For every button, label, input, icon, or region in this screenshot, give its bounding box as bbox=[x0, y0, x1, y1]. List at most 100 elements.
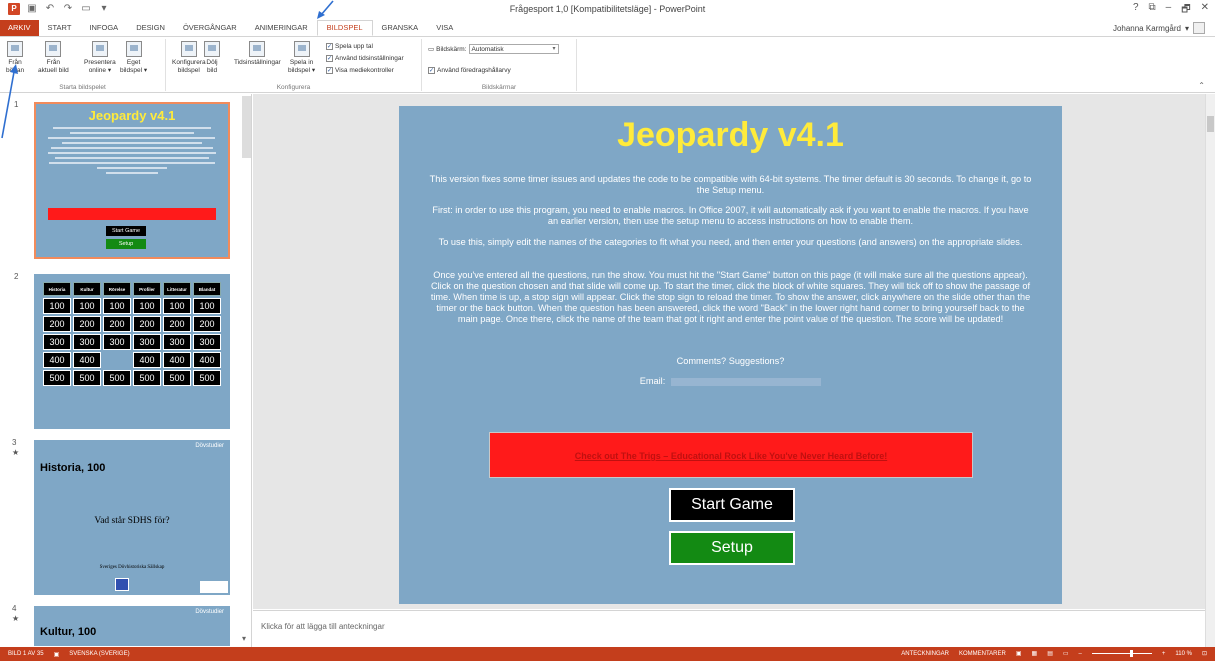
email-label: Email: bbox=[639, 376, 666, 386]
points-cell: 500 bbox=[133, 370, 161, 386]
notes-toggle[interactable]: ANTECKNINGAR bbox=[901, 651, 949, 657]
custom-slideshow-button[interactable]: Eget bildspel ▾ bbox=[120, 41, 147, 75]
monitor-dropdown[interactable]: Automatisk bbox=[468, 44, 559, 54]
zoom-in-icon[interactable]: + bbox=[1162, 651, 1166, 657]
user-account[interactable]: Johanna Karmgård ▾ bbox=[1113, 22, 1205, 34]
slide-sorter-icon[interactable]: ▦ bbox=[1032, 650, 1038, 657]
button-label: Tidsinställningar bbox=[234, 59, 281, 66]
ribbon-display-options-button[interactable]: ⧉ bbox=[1149, 2, 1156, 19]
minimize-button[interactable]: – bbox=[1166, 2, 1172, 19]
help-button[interactable]: ? bbox=[1133, 2, 1139, 19]
user-name: Johanna Karmgård bbox=[1112, 23, 1181, 33]
animation-star-icon: ★ bbox=[12, 448, 20, 457]
tab-start[interactable]: START bbox=[39, 20, 81, 36]
zoom-level[interactable]: 110 % bbox=[1175, 651, 1192, 657]
group-bildskarmar: ▭ Bildskärm: Automatisk ✓Använd föredrag… bbox=[422, 39, 577, 91]
button-label: Spela in bbox=[289, 59, 314, 66]
hide-slide-button[interactable]: Dölj bild bbox=[204, 41, 220, 75]
scroll-down-icon[interactable]: ▾ bbox=[242, 634, 246, 643]
checkmark-icon: ✓ bbox=[326, 67, 333, 74]
slide-number: 4 bbox=[12, 604, 17, 613]
checkbox-label: Använd tidsinställningar bbox=[335, 55, 404, 62]
hide-slide-icon bbox=[204, 41, 220, 57]
points-cell: 500 bbox=[193, 370, 221, 386]
thumb-scrollbar-thumb[interactable] bbox=[242, 96, 251, 158]
close-button[interactable]: ✕ bbox=[1201, 2, 1209, 19]
thumb-setup-button: Setup bbox=[106, 239, 146, 249]
start-game-button[interactable]: Start Game bbox=[669, 488, 795, 522]
points-cell: 500 bbox=[163, 370, 191, 386]
tab-bildspel[interactable]: BILDSPEL bbox=[316, 20, 373, 36]
thumb-text-lines bbox=[44, 127, 220, 174]
category-header: Blandat bbox=[193, 282, 221, 296]
slide-thumbnail-4[interactable]: Dövstudier Kultur, 100 bbox=[34, 606, 230, 646]
record-slideshow-button[interactable]: Spela in bildspel ▾ bbox=[288, 41, 315, 75]
presenter-view-checkbox[interactable]: ✓ Använd föredragshållarvy bbox=[428, 67, 511, 74]
maximize-button[interactable]: 🗗 bbox=[1181, 2, 1190, 19]
points-cell: 100 bbox=[43, 298, 71, 314]
points-cell: 100 bbox=[163, 298, 191, 314]
category-row: Historia Kultur Rörelse Profiler Littera… bbox=[34, 282, 230, 296]
setup-slideshow-icon bbox=[180, 41, 197, 57]
monitor-selector: ▭ Bildskärm: Automatisk bbox=[428, 44, 559, 54]
present-online-icon bbox=[91, 41, 108, 57]
custom-slideshow-icon bbox=[125, 41, 142, 57]
show-media-controls-checkbox[interactable]: ✓ Visa mediekontroller bbox=[326, 67, 394, 74]
checkmark-icon: ✓ bbox=[428, 67, 435, 74]
points-cell: 400 bbox=[73, 352, 101, 368]
email-line: Email: bbox=[427, 376, 1034, 387]
rehearse-timings-button[interactable]: Tidsinställningar bbox=[234, 41, 281, 67]
reading-view-icon[interactable]: ▤ bbox=[1047, 650, 1053, 657]
points-cell: 200 bbox=[103, 316, 131, 332]
tab-animeringar[interactable]: ANIMERINGAR bbox=[246, 20, 317, 36]
window-controls: ? ⧉ – 🗗 ✕ bbox=[1133, 2, 1209, 19]
tab-arkiv[interactable]: ARKIV bbox=[0, 20, 39, 36]
zoom-out-icon[interactable]: – bbox=[1079, 651, 1082, 657]
points-cell: 300 bbox=[103, 334, 131, 350]
points-row: 500 500 500 500 500 500 bbox=[34, 370, 230, 386]
current-slide[interactable]: Jeopardy v4.1 This version fixes some ti… bbox=[399, 106, 1062, 604]
zoom-slider[interactable] bbox=[1091, 650, 1152, 657]
from-current-slide-button[interactable]: Från aktuell bild bbox=[38, 41, 69, 75]
fit-to-window-icon[interactable]: ⊡ bbox=[1202, 650, 1207, 657]
tab-visa[interactable]: VISA bbox=[427, 20, 462, 36]
use-timings-checkbox[interactable]: ✓ Använd tidsinställningar bbox=[326, 55, 404, 62]
email-redacted bbox=[671, 377, 822, 386]
slide-number: 3 bbox=[12, 438, 17, 447]
normal-view-icon[interactable]: ▣ bbox=[1016, 650, 1022, 657]
setup-button[interactable]: Setup bbox=[669, 531, 795, 565]
points-row: 400 400 400 400 400 bbox=[34, 352, 230, 368]
slide-thumbnail-1[interactable]: Jeopardy v4.1 Start Game Setup bbox=[34, 102, 230, 259]
points-cell: 300 bbox=[163, 334, 191, 350]
tab-design[interactable]: DESIGN bbox=[127, 20, 174, 36]
slide-thumbnail-3[interactable]: Dövstudier Historia, 100 Vad står SDHS f… bbox=[34, 440, 230, 595]
language-indicator[interactable]: SVENSKA (SVERIGE) bbox=[69, 651, 129, 658]
main-scrollbar[interactable] bbox=[1205, 94, 1215, 647]
slideshow-view-icon[interactable]: ▭ bbox=[1063, 650, 1069, 657]
avatar bbox=[1193, 22, 1205, 34]
slide-title: Jeopardy v4.1 bbox=[617, 116, 844, 154]
points-cell: 400 bbox=[163, 352, 191, 368]
collapse-ribbon-icon[interactable]: ⌃ bbox=[1198, 81, 1205, 90]
play-narrations-checkbox[interactable]: ✓ Spela upp tal bbox=[326, 43, 373, 50]
points-cell-empty bbox=[103, 352, 131, 368]
tab-granska[interactable]: GRANSKA bbox=[373, 20, 428, 36]
slide-thumbnail-2[interactable]: Historia Kultur Rörelse Profiler Littera… bbox=[34, 274, 230, 429]
tab-overgangar[interactable]: ÖVERGÅNGAR bbox=[174, 20, 246, 36]
button-label: bildspel bbox=[177, 67, 200, 74]
checkbox-label: Visa mediekontroller bbox=[335, 67, 394, 74]
notes-pane[interactable]: Klicka för att lägga till anteckningar bbox=[253, 610, 1205, 647]
points-cell: 300 bbox=[43, 334, 71, 350]
spellcheck-icon[interactable]: ▣ bbox=[54, 651, 60, 658]
comments-toggle[interactable]: KOMMENTARER bbox=[959, 651, 1006, 657]
slide-paragraph: Once you've entered all the questions, r… bbox=[430, 270, 1031, 324]
tab-infoga[interactable]: INFOGA bbox=[80, 20, 127, 36]
present-online-button[interactable]: Presentera online ▾ bbox=[84, 41, 116, 75]
points-cell: 500 bbox=[43, 370, 71, 386]
main-scrollbar-thumb[interactable] bbox=[1207, 116, 1214, 132]
thumb-org-text: Sveriges Dövhistoriska Sällskap bbox=[99, 565, 165, 570]
points-cell: 200 bbox=[43, 316, 71, 332]
trigs-link[interactable]: Check out The Trigs – Educational Rock L… bbox=[489, 432, 973, 478]
slide-number: 2 bbox=[14, 272, 19, 281]
setup-slideshow-button[interactable]: Konfigurera bildspel bbox=[172, 41, 206, 75]
